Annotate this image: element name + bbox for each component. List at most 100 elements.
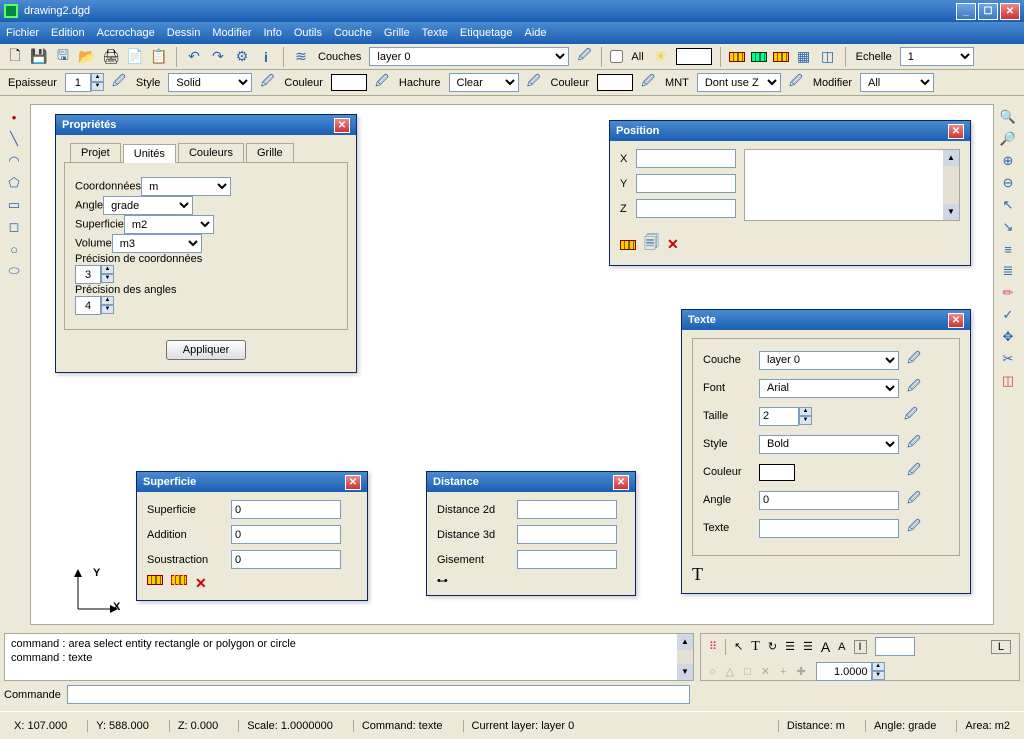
zoom-out-icon[interactable]: 🔎 [998, 130, 1018, 148]
maximize-button[interactable]: ☐ [978, 3, 998, 20]
spin-up[interactable]: ▲ [91, 73, 104, 82]
menu-outils[interactable]: Outils [294, 27, 322, 39]
lines-icon-2[interactable]: ≣ [998, 262, 1018, 280]
commande-input[interactable] [67, 685, 690, 704]
layer-select[interactable]: layer 0 [369, 47, 569, 66]
zoom-ext-icon[interactable]: ⊖ [998, 174, 1018, 192]
pen-icon[interactable]: 🖉 [110, 74, 128, 92]
menu-texte[interactable]: Texte [422, 27, 448, 39]
pen-icon-3[interactable]: 🖉 [373, 74, 391, 92]
tab-couleurs[interactable]: Couleurs [178, 143, 244, 162]
pen-icon-4[interactable]: 🖉 [525, 74, 543, 92]
couleur-swatch[interactable] [331, 74, 367, 91]
pen-icon[interactable]: 🖉 [907, 461, 921, 483]
L-button[interactable]: L [991, 640, 1011, 654]
grid-icon-1[interactable]: ▦ [795, 48, 813, 66]
d3d-input[interactable] [517, 525, 617, 544]
paste-icon[interactable]: 📋 [150, 48, 168, 66]
br-input[interactable] [875, 637, 915, 656]
layers-icon[interactable]: ≋ [292, 48, 310, 66]
triangle-icon[interactable]: △ [726, 665, 734, 678]
volume-select[interactable]: m3 [112, 234, 202, 253]
point-tool-icon[interactable]: • [4, 108, 24, 126]
measure-icon[interactable]: •---• [437, 575, 446, 587]
mnt-select[interactable]: Dont use Z [697, 73, 781, 92]
menu-couche[interactable]: Couche [334, 27, 372, 39]
close-icon[interactable]: ✕ [334, 118, 350, 133]
dlg-prop-title[interactable]: Propriétés✕ [56, 115, 356, 135]
close-icon[interactable]: ✕ [948, 313, 964, 328]
coord-select[interactable]: m [141, 177, 231, 196]
pen-icon[interactable]: 🖉 [907, 377, 921, 399]
text-t-icon[interactable]: T [751, 639, 760, 655]
sup-input[interactable] [231, 500, 341, 519]
style-select[interactable]: Solid [168, 73, 252, 92]
apply-button[interactable]: Appliquer [166, 340, 246, 360]
menu-dessin[interactable]: Dessin [167, 27, 201, 39]
circle-icon[interactable]: ○ [709, 666, 716, 678]
save-all-icon[interactable]: 🖫 [54, 48, 72, 66]
zoom-in-icon[interactable]: 🔍 [998, 108, 1018, 126]
align-l-icon[interactable]: ☰ [785, 640, 795, 653]
menu-fichier[interactable]: Fichier [6, 27, 39, 39]
arrow-icon[interactable]: ↖ [734, 640, 743, 653]
menu-aide[interactable]: Aide [524, 27, 546, 39]
close-icon[interactable]: ✕ [948, 124, 964, 139]
t-font-select[interactable]: Arial [759, 379, 899, 398]
rotate-icon[interactable]: ↻ [768, 640, 777, 653]
pen-icon[interactable]: 🖉 [907, 349, 921, 371]
t-angle-input[interactable] [759, 491, 899, 510]
menu-info[interactable]: Info [264, 27, 282, 39]
sous-input[interactable] [231, 550, 341, 569]
minimize-button[interactable]: _ [956, 3, 976, 20]
new-file-icon[interactable]: 🗋 [6, 48, 24, 66]
plus-icon[interactable]: + [780, 666, 786, 678]
text-icon[interactable]: T [692, 556, 960, 585]
grid-dots-icon[interactable]: ⠿ [709, 640, 717, 653]
hachure-select[interactable]: Clear [449, 73, 519, 92]
pen-icon[interactable]: 🖉 [907, 433, 921, 455]
frame-tool-icon[interactable]: ◻ [4, 218, 24, 236]
align-r-icon[interactable]: ☰ [803, 640, 813, 653]
pen-icon-6[interactable]: 🖉 [787, 74, 805, 92]
delete-icon[interactable]: ✕ [667, 236, 679, 253]
modifier-select[interactable]: All [860, 73, 934, 92]
d2d-input[interactable] [517, 500, 617, 519]
scissors-icon[interactable]: ✂ [998, 350, 1018, 368]
redo-icon[interactable]: ↷ [209, 48, 227, 66]
t-style-select[interactable]: Bold [759, 435, 899, 454]
menu-grille[interactable]: Grille [384, 27, 410, 39]
t-texte-input[interactable] [759, 519, 899, 538]
couleur2-swatch[interactable] [597, 74, 633, 91]
close-icon[interactable]: ✕ [613, 475, 629, 490]
ruler-icon-3[interactable] [773, 52, 789, 62]
tab-grille[interactable]: Grille [246, 143, 294, 162]
tab-unites[interactable]: Unités [123, 144, 176, 163]
superficie-select[interactable]: m2 [124, 215, 214, 234]
close-icon[interactable]: ✕ [345, 475, 361, 490]
ruler-icon-2[interactable] [751, 52, 767, 62]
ruler-icon-dash[interactable] [171, 575, 187, 585]
copy-icon[interactable]: 🗐 [644, 232, 659, 257]
prec-coord-input[interactable] [75, 265, 101, 284]
dlg-dist-title[interactable]: Distance✕ [427, 472, 635, 492]
pentagon-tool-icon[interactable]: ⬠ [4, 174, 24, 192]
scale-num-input[interactable] [816, 662, 872, 681]
print-icon[interactable]: 🖨 [102, 48, 120, 66]
gise-input[interactable] [517, 550, 617, 569]
move-icon[interactable]: ✥ [998, 328, 1018, 346]
close-button[interactable]: ✕ [1000, 3, 1020, 20]
x-icon[interactable]: ✕ [761, 665, 770, 678]
gear-icon[interactable]: ⚙ [233, 48, 251, 66]
layer-pen-icon[interactable]: 🖉 [575, 48, 593, 66]
z-input[interactable] [636, 199, 736, 218]
pen-icon[interactable]: 🖉 [907, 517, 921, 539]
epaisseur-input[interactable] [65, 73, 91, 92]
color-swatch-1[interactable] [676, 48, 712, 65]
grid-icon-2[interactable]: ◫ [819, 48, 837, 66]
eraser-icon[interactable]: ✏ [998, 284, 1018, 302]
prec-ang-input[interactable] [75, 296, 101, 315]
I-button[interactable]: I [854, 640, 867, 654]
arrow-down-icon[interactable]: ↘ [998, 218, 1018, 236]
rect-tool-icon[interactable]: ▭ [4, 196, 24, 214]
